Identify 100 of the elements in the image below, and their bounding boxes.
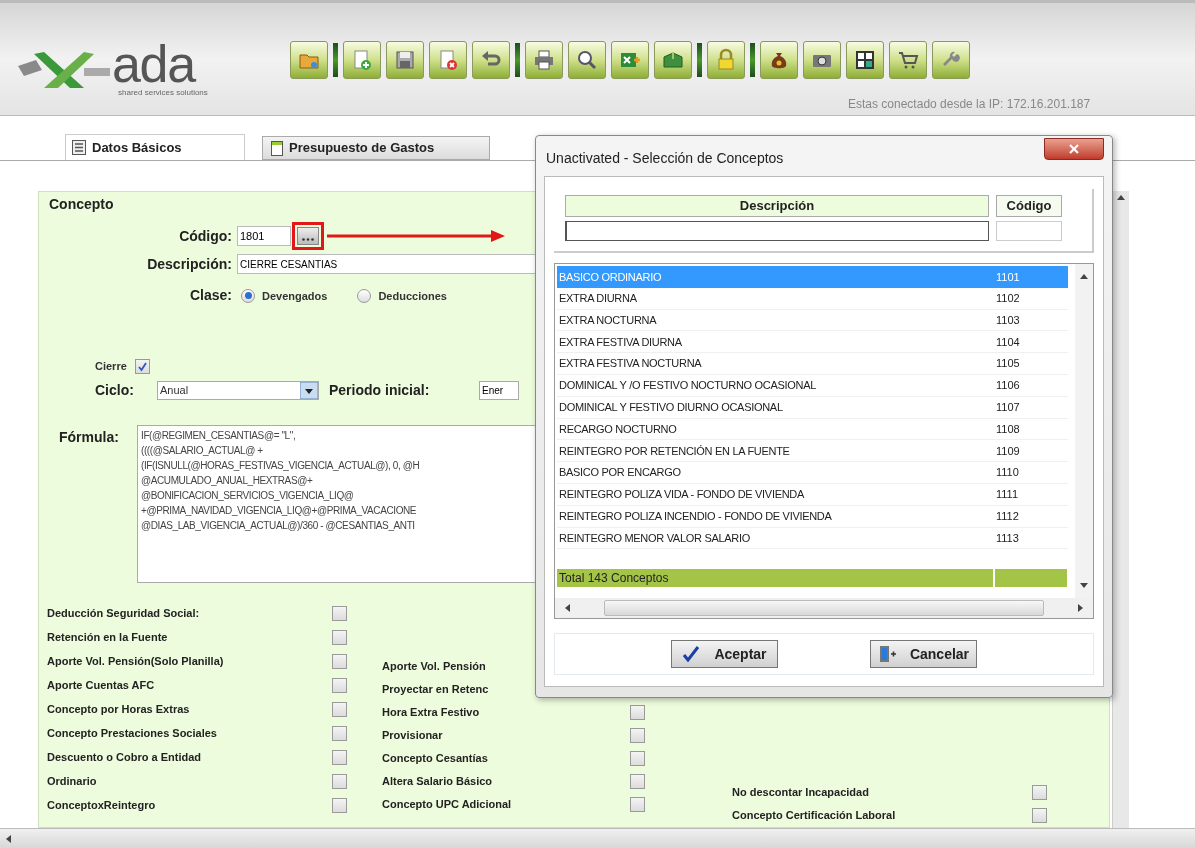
- cancel-button[interactable]: Cancelar: [870, 640, 977, 668]
- code-cell-text: 1105: [995, 356, 1021, 372]
- spreadsheet-button[interactable]: [611, 41, 649, 79]
- code-cell-text: 1102: [995, 290, 1021, 306]
- list-horizontal-scrollbar[interactable]: [555, 598, 1093, 618]
- add-page-button[interactable]: [343, 41, 381, 79]
- checkbox-label: Hora Extra Festivo: [382, 705, 481, 721]
- list-row[interactable]: EXTRA NOCTURNA 1103: [557, 309, 1068, 332]
- checkbox-label: Proyectar en Retenc: [382, 682, 489, 698]
- checkbox[interactable]: [1032, 785, 1047, 800]
- wrench-button[interactable]: [932, 41, 970, 79]
- search-button[interactable]: [568, 41, 606, 79]
- total-code-cell: [995, 569, 1067, 588]
- checkbox[interactable]: [332, 725, 347, 741]
- list-row[interactable]: DOMINICAL Y FESTIVO DIURNO OCASIONAL 1107: [557, 396, 1068, 419]
- scrollbar-thumb[interactable]: [604, 600, 1044, 616]
- list-row[interactable]: EXTRA DIURNA 1102: [557, 287, 1068, 310]
- description-filter-field[interactable]: [565, 221, 989, 241]
- code-cell-text: 1103: [995, 312, 1021, 328]
- field-label: Ciclo:: [95, 381, 135, 401]
- camera-button[interactable]: [803, 41, 841, 79]
- radio-label: Devengados: [262, 288, 328, 304]
- code-cell-text: 1106: [995, 378, 1021, 394]
- code-field[interactable]: 1801: [237, 226, 291, 246]
- close-button[interactable]: [1044, 138, 1104, 160]
- delete-page-button[interactable]: [429, 41, 467, 79]
- checkbox-label: Concepto por Horas Extras: [47, 701, 191, 717]
- list-row[interactable]: DOMINICAL Y /O FESTIVO NOCTURNO OCASIONAL 1106: [557, 375, 1068, 397]
- grid-icon: [853, 48, 877, 72]
- tab[interactable]: Datos Básicos: [65, 134, 245, 160]
- checkbox[interactable]: [332, 701, 347, 717]
- money-bag-button[interactable]: [760, 41, 798, 79]
- list-row[interactable]: REINTEGRO POLIZA VIDA - FONDO DE VIVIENDA 1111: [557, 483, 1068, 506]
- checkbox[interactable]: [332, 749, 347, 765]
- checkbox-label: Descuento o Cobro a Entidad: [47, 749, 202, 765]
- cart-button[interactable]: [889, 41, 927, 79]
- checkbox[interactable]: [332, 653, 347, 669]
- field-label: Clase:: [188, 286, 232, 306]
- vertical-scrollbar[interactable]: [1112, 191, 1129, 828]
- checkbox[interactable]: [332, 629, 347, 645]
- checkbox[interactable]: [630, 728, 645, 743]
- code-cell-text: 1108: [995, 421, 1021, 437]
- list-row[interactable]: BASICO POR ENCARGO 1110: [557, 462, 1068, 484]
- scroll-up-icon: [1080, 274, 1088, 279]
- floppy-disk-button[interactable]: [386, 41, 424, 79]
- tab[interactable]: Presupuesto de Gastos: [262, 136, 490, 160]
- list-vertical-scrollbar[interactable]: [1075, 264, 1093, 598]
- checkbox[interactable]: [630, 797, 645, 812]
- printer-icon: [532, 48, 556, 72]
- padlock-button[interactable]: [707, 41, 745, 79]
- description-cell-text: REINTEGRO MENOR VALOR SALARIO: [558, 530, 751, 546]
- checkbox[interactable]: [332, 677, 347, 693]
- list-row[interactable]: REINTEGRO POLIZA INCENDIO - FONDO DE VIVIENDA 1112: [557, 505, 1068, 528]
- folder-button[interactable]: [290, 41, 328, 79]
- checkbox[interactable]: [1032, 808, 1047, 823]
- checkbox[interactable]: [630, 751, 645, 766]
- undo-button[interactable]: [472, 41, 510, 79]
- description-cell-text: REINTEGRO POLIZA VIDA - FONDO DE VIVIENDA: [558, 487, 806, 503]
- field-label: Descripción:: [146, 254, 232, 274]
- code-cell-text: 1113: [995, 530, 1020, 546]
- checkbox-label: Altera Salario Básico: [382, 774, 494, 790]
- list-row[interactable]: EXTRA FESTIVA DIURNA 1104: [557, 331, 1068, 354]
- radio-button[interactable]: [241, 288, 255, 303]
- browse-button[interactable]: [297, 227, 319, 245]
- list-row[interactable]: REINTEGRO MENOR VALOR SALARIO 1113: [557, 527, 1068, 550]
- checkbox[interactable]: [332, 773, 347, 789]
- checkbox[interactable]: [332, 797, 347, 813]
- period-field[interactable]: Ener: [479, 381, 519, 401]
- checkbox[interactable]: [332, 605, 347, 621]
- code-cell-text: 1111: [995, 487, 1020, 503]
- radio-button[interactable]: [357, 288, 372, 303]
- connection-info: Estas conectado desde la IP: 172.16.201.187: [848, 96, 1091, 113]
- field-label: Fórmula:: [59, 428, 120, 447]
- grid-button[interactable]: [846, 41, 884, 79]
- box-button[interactable]: [654, 41, 692, 79]
- code-filter-field[interactable]: [996, 221, 1062, 241]
- list-row[interactable]: RECARGO NOCTURNO 1108: [557, 418, 1068, 441]
- cycle-dropdown[interactable]: Anual: [157, 381, 319, 401]
- accept-button[interactable]: Aceptar: [671, 640, 778, 668]
- column-header[interactable]: Código: [996, 195, 1062, 217]
- scroll-down-icon: [1080, 583, 1088, 588]
- code-cell-text: 1112: [995, 508, 1020, 524]
- checkbox-label: Provisionar: [382, 728, 444, 744]
- checkbox-label: Concepto Prestaciones Sociales: [47, 725, 218, 741]
- printer-button[interactable]: [525, 41, 563, 79]
- field-label: Código:: [178, 226, 232, 246]
- checkmark-icon: [682, 646, 701, 662]
- scroll-left-icon: [6, 834, 11, 843]
- code-cell-text: 1110: [995, 465, 1020, 481]
- horizontal-scrollbar[interactable]: [0, 828, 1195, 848]
- checkbox[interactable]: [630, 705, 645, 720]
- code-cell-text: 1107: [995, 399, 1021, 415]
- checkbox[interactable]: [134, 359, 150, 375]
- document-icon: [271, 140, 283, 156]
- formula-line: @BONIFICACION_SERVICIOS_VIGENCIA_LIQ@: [141, 489, 354, 503]
- list-row[interactable]: REINTEGRO POR RETENCIÓN EN LA FUENTE 1109: [557, 440, 1068, 463]
- list-row[interactable]: EXTRA FESTIVA NOCTURNA 1105: [557, 353, 1068, 375]
- checkbox[interactable]: [630, 774, 645, 789]
- formula-line: +@PRIMA_NAVIDAD_VIGENCIA_LIQ@+@PRIMA_VACACIONE: [141, 504, 417, 518]
- column-header[interactable]: Descripción: [565, 195, 989, 217]
